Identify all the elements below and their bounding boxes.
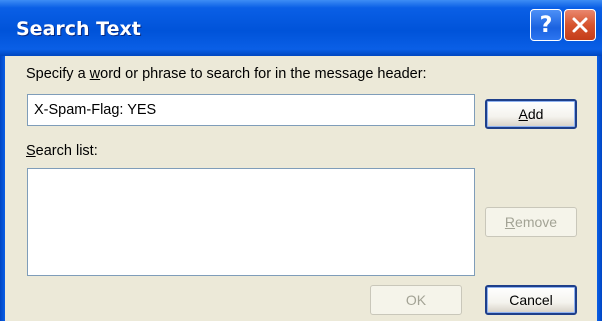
close-icon (572, 17, 588, 33)
title-bar[interactable]: Search Text ? (0, 0, 602, 56)
search-text-dialog: Search Text ? Specify a word or phrase t… (0, 0, 602, 321)
question-mark-icon: ? (539, 12, 553, 38)
window-frame-right (597, 56, 602, 321)
add-button[interactable]: Add (485, 99, 577, 129)
remove-button[interactable]: Remove (485, 207, 577, 237)
search-list-label: Search list: (26, 143, 98, 159)
search-list-box[interactable] (27, 168, 475, 276)
ok-button[interactable]: OK (370, 285, 462, 315)
search-phrase-label: Specify a word or phrase to search for i… (26, 66, 427, 82)
dialog-client-area: Specify a word or phrase to search for i… (5, 56, 597, 321)
dialog-title: Search Text (16, 18, 141, 40)
search-phrase-input[interactable]: X-Spam-Flag: YES (27, 94, 475, 126)
help-button[interactable]: ? (530, 9, 562, 41)
close-button[interactable] (564, 9, 596, 41)
cancel-button[interactable]: Cancel (485, 285, 577, 315)
